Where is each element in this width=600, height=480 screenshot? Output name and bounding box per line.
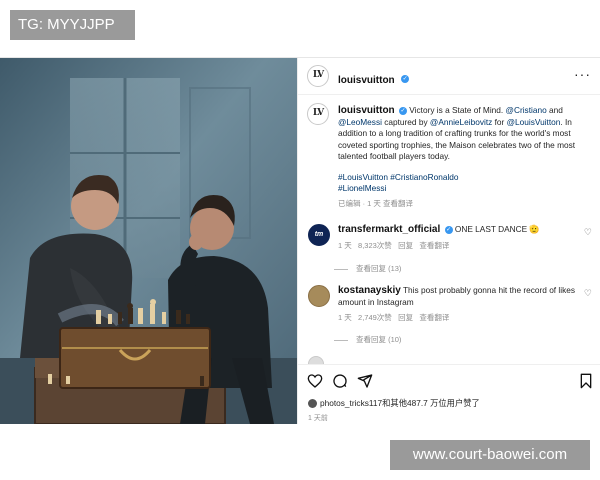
comment-like-heart-icon[interactable]: ♡ — [584, 288, 592, 299]
hashtag-link[interactable]: #LionelMessi — [338, 183, 588, 195]
comment-likes[interactable]: 2,749次赞 — [358, 313, 392, 322]
translate-button[interactable]: 查看翻译 — [419, 313, 449, 322]
post-caption: louisvuitton ✓ Victory is a State of Min… — [338, 105, 588, 209]
chess-players-photo — [0, 58, 297, 424]
hashtags: #LouisVuitton #CristianoRonaldo #LionelM… — [338, 172, 588, 195]
header-account: louisvuitton ✓ — [338, 70, 410, 88]
caption-meta: 已编辑 · 1 天 查看翻译 — [338, 198, 414, 208]
caption-avatar[interactable]: LV — [307, 103, 329, 125]
commenter-username[interactable]: transfermarkt_official — [338, 224, 440, 235]
commenter-username[interactable]: kostanayskiy — [338, 285, 401, 296]
caption-text: and — [546, 105, 563, 115]
post-side-panel: LV louisvuitton ✓ ··· LV louisvuitton ✓ … — [297, 58, 600, 425]
caption-text: captured by — [381, 116, 430, 127]
mention-link[interactable]: @AnnieLeibovitz — [430, 117, 492, 127]
lv-logo: LV — [312, 108, 324, 118]
comment-likes[interactable]: 8,323次赞 — [358, 241, 392, 250]
divider — [334, 268, 348, 270]
view-replies-label: 查看回复 (10) — [356, 335, 402, 344]
verified-badge-icon: ✓ — [401, 74, 410, 83]
tm-logo: tm — [314, 231, 324, 238]
account-name[interactable]: louisvuitton — [338, 75, 395, 86]
comment-like-heart-icon[interactable]: ♡ — [584, 227, 592, 238]
comment-meta: 1 天 8,323次赞 回复 查看翻译 — [338, 240, 578, 252]
comment-body: kostanayskiy This post probably gonna hi… — [338, 285, 578, 324]
reply-button[interactable]: 回复 — [398, 313, 413, 322]
commenter-avatar[interactable] — [308, 285, 330, 307]
comment-time: 1 天 — [338, 313, 352, 322]
instagram-post: LV louisvuitton ✓ ··· LV louisvuitton ✓ … — [0, 57, 600, 425]
liked-by-text: photos_tricks117和其他487.7 万位用户赞了 — [320, 398, 480, 408]
like-heart-icon[interactable] — [307, 373, 323, 389]
caption-username[interactable]: louisvuitton — [338, 105, 395, 116]
liked-by[interactable]: photos_tricks117和其他487.7 万位用户赞了 — [308, 397, 480, 409]
mention-link[interactable]: @LouisVuitton — [507, 117, 561, 127]
view-replies-button[interactable]: 查看回复 (13) — [334, 263, 401, 274]
mention-link[interactable]: @Cristiano — [506, 105, 547, 115]
caption-text: Victory is a State of Mind. — [409, 105, 506, 115]
top-watermark: TG: MYYJJPP — [10, 10, 135, 40]
comment-icon[interactable] — [332, 373, 348, 389]
lv-logo: LV — [312, 70, 324, 80]
caption-text: for — [492, 116, 507, 127]
post-header: LV louisvuitton ✓ ··· — [298, 58, 600, 95]
liker-avatar — [308, 399, 317, 409]
more-options-icon[interactable]: ··· — [574, 66, 591, 82]
post-time: 1 天前 — [308, 415, 328, 422]
post-actions-bar: photos_tricks117和其他487.7 万位用户赞了 1 天前 — [298, 364, 600, 425]
translate-button[interactable]: 查看翻译 — [419, 241, 449, 250]
hashtag-link[interactable]: #LouisVuitton #CristianoRonaldo — [338, 172, 588, 184]
comment-meta: 1 天 2,749次赞 回复 查看翻译 — [338, 312, 578, 324]
verified-badge-icon: ✓ — [444, 225, 453, 234]
verified-badge-icon: ✓ — [398, 106, 407, 115]
save-bookmark-icon[interactable] — [578, 373, 594, 389]
view-replies-label: 查看回复 (13) — [356, 264, 402, 273]
comment-body: transfermarkt_official ✓ ONE LAST DANCE … — [338, 224, 578, 251]
mention-link[interactable]: @LeoMessi — [338, 117, 382, 127]
commenter-avatar[interactable]: tm — [308, 224, 330, 246]
account-avatar[interactable]: LV — [307, 65, 329, 87]
divider — [334, 339, 348, 341]
comment-text: ONE LAST DANCE 🫡 — [454, 224, 540, 234]
view-replies-button[interactable]: 查看回复 (10) — [334, 334, 401, 345]
post-photo — [0, 58, 297, 424]
comment-time: 1 天 — [338, 240, 352, 250]
reply-button[interactable]: 回复 — [398, 241, 413, 250]
bottom-watermark: www.court-baowei.com — [390, 440, 590, 470]
share-icon[interactable] — [357, 373, 373, 389]
